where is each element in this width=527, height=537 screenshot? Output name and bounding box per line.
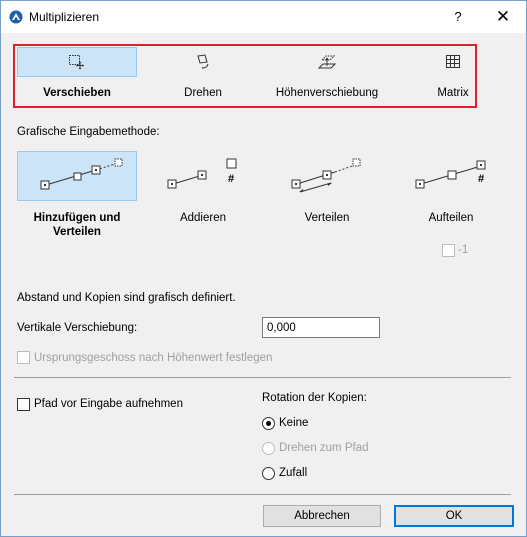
method-add-distribute-label: Hinzufügen und Verteilen bbox=[33, 212, 121, 238]
add-icon: # bbox=[167, 158, 237, 189]
multiply-dialog: Multiplizieren ? ✕ Verschieben Drehen Hö… bbox=[0, 0, 527, 537]
mode-matrix[interactable]: Matrix bbox=[393, 46, 513, 106]
rotation-to-path-radio[interactable] bbox=[262, 442, 275, 455]
add-distribute-icon bbox=[40, 158, 123, 190]
vertical-offset-input[interactable]: 0,000 bbox=[262, 317, 380, 338]
method-divide-label: Aufteilen bbox=[428, 212, 474, 224]
method-add-tile: # bbox=[143, 151, 261, 199]
record-path-checkbox[interactable] bbox=[17, 398, 30, 411]
origin-story-label: Ursprungsgeschoss nach Höhenwert festleg… bbox=[34, 352, 273, 364]
cancel-button[interactable]: Abbrechen bbox=[263, 505, 381, 527]
add-hash: # bbox=[228, 173, 234, 185]
mode-elevate[interactable]: Höhenverschiebung bbox=[267, 46, 387, 106]
vertical-offset-label: Vertikale Verschiebung: bbox=[17, 322, 138, 334]
rotation-none-label: Keine bbox=[279, 417, 309, 429]
mode-rotate[interactable]: Drehen bbox=[143, 46, 263, 106]
origin-story-checkbox[interactable] bbox=[17, 351, 30, 364]
app-icon bbox=[9, 10, 23, 24]
record-path-label: Pfad vor Eingabe aufnehmen bbox=[34, 398, 183, 410]
input-method-heading: Grafische Eingabemethode: bbox=[17, 126, 160, 138]
rotation-none-radio[interactable] bbox=[262, 417, 275, 430]
mode-move-label: Verschieben bbox=[43, 87, 111, 99]
rotation-random-label: Zufall bbox=[279, 467, 308, 479]
rotation-to-path-label: Drehen zum Pfad bbox=[279, 442, 369, 454]
window-title: Multiplizieren bbox=[29, 10, 100, 24]
ok-button[interactable]: OK bbox=[394, 505, 514, 527]
title-bar: Multiplizieren ? ✕ bbox=[1, 1, 526, 33]
separator-2 bbox=[14, 494, 511, 495]
method-add-distribute[interactable]: Hinzufügen und Verteilen bbox=[17, 151, 137, 261]
method-distribute[interactable]: Verteilen bbox=[267, 151, 387, 261]
minus-one-label: -1 bbox=[458, 244, 469, 256]
divide-hash: # bbox=[478, 173, 484, 185]
mode-move[interactable]: Verschieben bbox=[17, 46, 137, 106]
mode-elevate-label: Höhenverschiebung bbox=[275, 87, 379, 99]
mode-rotate-label: Drehen bbox=[184, 87, 222, 99]
info-text: Abstand und Kopien sind grafisch definie… bbox=[17, 292, 236, 304]
method-divide-tile: # bbox=[391, 151, 509, 199]
distribute-icon bbox=[291, 158, 361, 193]
separator-1 bbox=[14, 377, 511, 378]
help-button[interactable]: ? bbox=[448, 7, 468, 27]
rotate-icon bbox=[197, 54, 209, 70]
method-add-distribute-tile bbox=[17, 151, 137, 201]
method-distribute-label: Verteilen bbox=[304, 212, 350, 224]
rotation-random-radio[interactable] bbox=[262, 467, 275, 480]
rotation-heading: Rotation der Kopien: bbox=[262, 392, 367, 404]
method-add[interactable]: # Addieren bbox=[143, 151, 263, 261]
divide-icon: # bbox=[415, 160, 486, 189]
minus-one-checkbox[interactable] bbox=[442, 244, 455, 257]
mode-matrix-label: Matrix bbox=[437, 87, 469, 99]
method-distribute-tile bbox=[267, 151, 385, 199]
dialog-body: Verschieben Drehen Höhenverschiebung Mat… bbox=[1, 33, 526, 536]
mode-tab-bar: Verschieben Drehen Höhenverschiebung Mat… bbox=[13, 44, 477, 108]
matrix-icon bbox=[446, 55, 460, 68]
move-icon bbox=[69, 55, 84, 70]
close-button[interactable]: ✕ bbox=[491, 7, 515, 27]
elevate-icon bbox=[318, 55, 336, 69]
radio-selected-dot bbox=[266, 421, 271, 426]
method-add-label: Addieren bbox=[179, 212, 227, 224]
